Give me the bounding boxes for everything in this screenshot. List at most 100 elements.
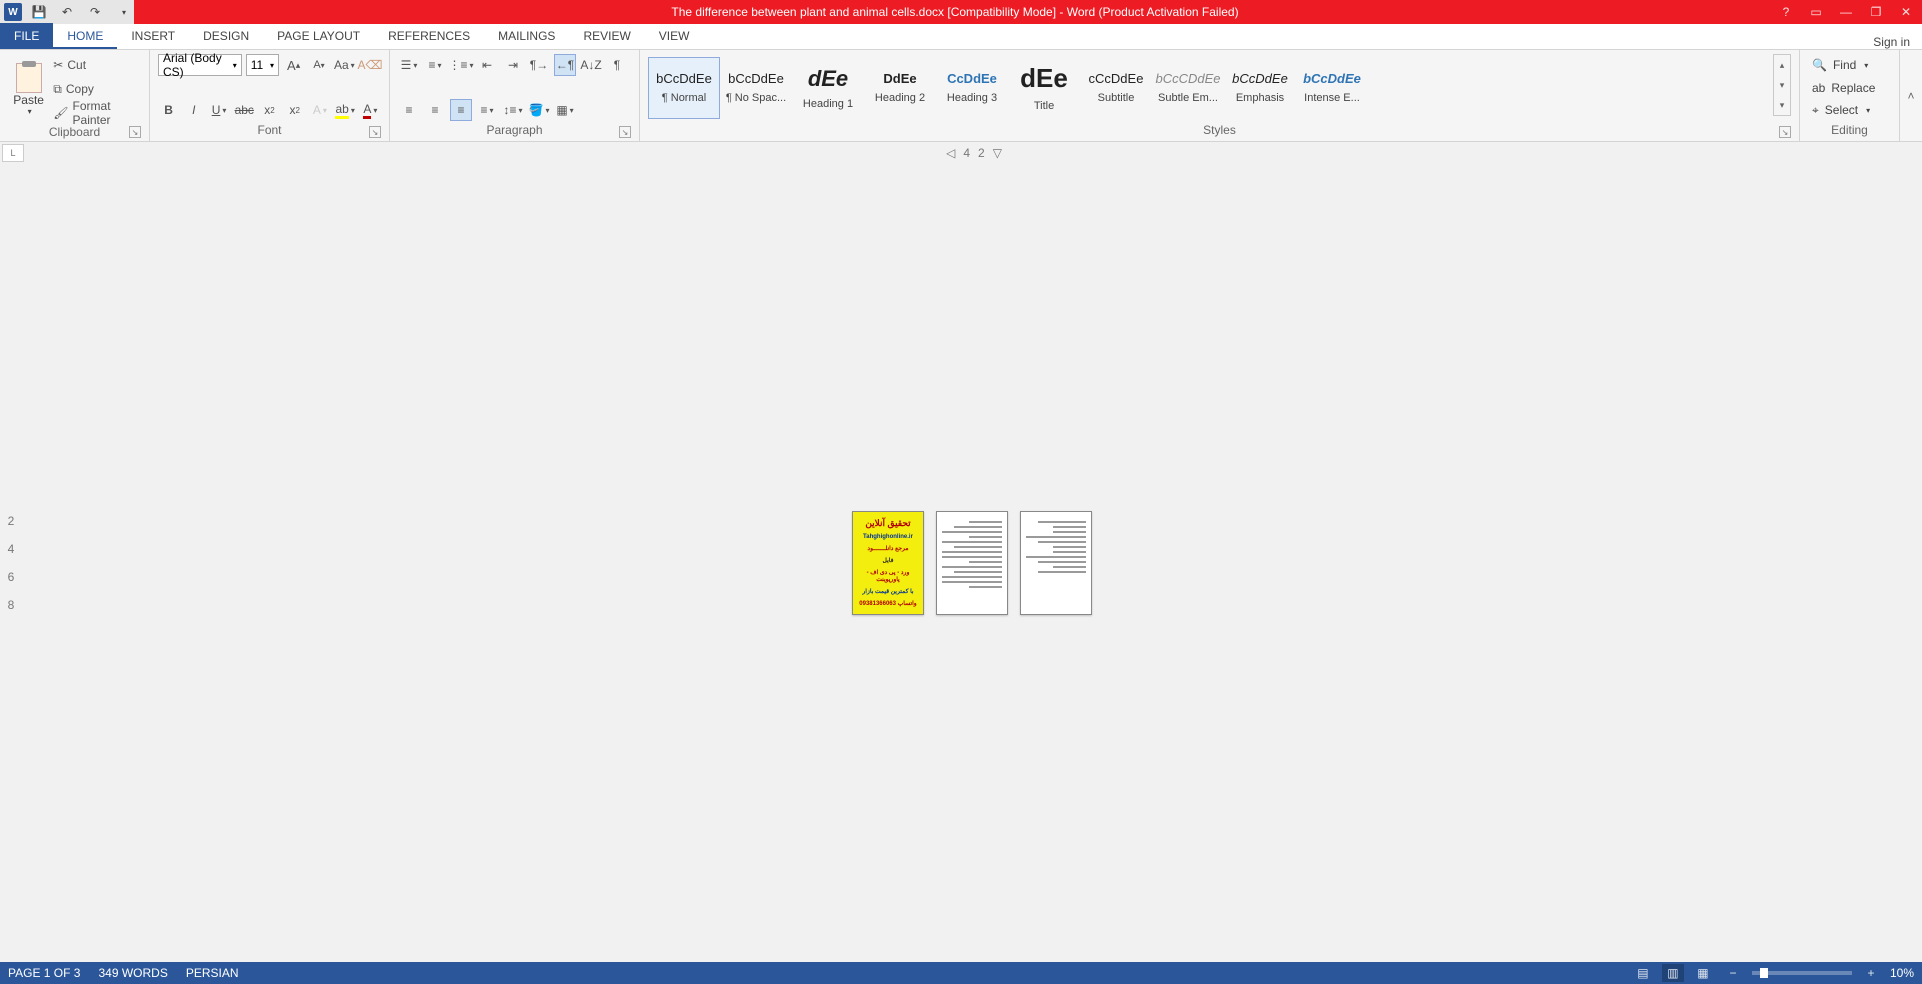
help-icon[interactable]: ? xyxy=(1776,2,1796,22)
page-3[interactable] xyxy=(1020,511,1092,615)
justify-button[interactable]: ≡▾ xyxy=(476,99,498,121)
style--normal[interactable]: bCcDdEe¶ Normal xyxy=(648,57,720,119)
shrink-font-button[interactable]: A▾ xyxy=(308,54,329,76)
tab-home[interactable]: HOME xyxy=(53,23,117,49)
page-number-status[interactable]: PAGE 1 OF 3 xyxy=(8,966,80,980)
style-subtle-em-[interactable]: bCcCDdEeSubtle Em... xyxy=(1152,57,1224,119)
underline-button[interactable]: U▾ xyxy=(208,99,229,121)
cut-button[interactable]: ✂Cut xyxy=(49,54,141,76)
style-emphasis[interactable]: bCcDdEeEmphasis xyxy=(1224,57,1296,119)
close-button[interactable]: ✕ xyxy=(1896,2,1916,22)
change-case-button[interactable]: Aa▾ xyxy=(334,54,355,76)
copy-button[interactable]: ⧉Copy xyxy=(49,78,141,100)
tab-file[interactable]: FILE xyxy=(0,23,53,49)
replace-button[interactable]: abReplace xyxy=(1808,77,1886,99)
binoculars-icon: 🔍 xyxy=(1812,58,1827,72)
font-name-combo[interactable]: Arial (Body CS)▾ xyxy=(158,54,242,76)
grow-font-button[interactable]: A▴ xyxy=(283,54,304,76)
text-effects-button[interactable]: A▾ xyxy=(309,99,330,121)
shading-button[interactable]: 🪣▾ xyxy=(528,99,550,121)
ribbon-display-button[interactable]: ▭ xyxy=(1806,2,1826,22)
restore-button[interactable]: ❐ xyxy=(1866,2,1886,22)
tab-review[interactable]: REVIEW xyxy=(569,23,644,49)
font-size-combo[interactable]: 11▾ xyxy=(246,54,279,76)
tab-mailings[interactable]: MAILINGS xyxy=(484,23,569,49)
borders-button[interactable]: ▦▾ xyxy=(554,99,576,121)
bullets-button[interactable]: ☰▾ xyxy=(398,54,420,76)
language-status[interactable]: PERSIAN xyxy=(186,966,239,980)
tab-view[interactable]: VIEW xyxy=(645,23,704,49)
highlight-button[interactable]: ab▾ xyxy=(335,99,356,121)
style-heading-1[interactable]: dEeHeading 1 xyxy=(792,57,864,119)
print-layout-button[interactable]: ▥ xyxy=(1662,964,1684,982)
align-left-button[interactable]: ≡ xyxy=(398,99,420,121)
group-font: Arial (Body CS)▾ 11▾ A▴ A▾ Aa▾ A⌫ B I U▾… xyxy=(150,50,390,141)
style-preview: bCcDdEe xyxy=(728,71,784,86)
tab-insert[interactable]: INSERT xyxy=(117,23,189,49)
paragraph-launcher[interactable]: ↘ xyxy=(619,126,631,138)
format-painter-button[interactable]: 🖌Format Painter xyxy=(49,102,141,124)
rtl-button[interactable]: ←¶ xyxy=(554,54,576,76)
subscript-button[interactable]: x2 xyxy=(259,99,280,121)
style-preview: DdEe xyxy=(883,71,916,86)
multilevel-list-button[interactable]: ⋮≡▾ xyxy=(450,54,472,76)
decrease-indent-button[interactable]: ⇤ xyxy=(476,54,498,76)
redo-button[interactable]: ↷ xyxy=(84,1,106,23)
zoom-out-button[interactable]: − xyxy=(1722,964,1744,982)
align-right-button[interactable]: ≡ xyxy=(450,99,472,121)
undo-button[interactable]: ↶ xyxy=(56,1,78,23)
align-center-button[interactable]: ≡ xyxy=(424,99,446,121)
styles-more-button[interactable]: ▴▾▾ xyxy=(1773,54,1791,116)
vertical-ruler[interactable]: 2 4 6 8 xyxy=(0,164,22,962)
font-launcher[interactable]: ↘ xyxy=(369,126,381,138)
style-subtitle[interactable]: cCcDdEeSubtitle xyxy=(1080,57,1152,119)
zoom-slider[interactable] xyxy=(1752,971,1852,975)
find-button[interactable]: 🔍Find▾ xyxy=(1808,54,1886,76)
styles-launcher[interactable]: ↘ xyxy=(1779,126,1791,138)
qat-customize[interactable]: ▾ xyxy=(112,1,134,23)
zoom-level[interactable]: 10% xyxy=(1890,966,1914,980)
sort-button[interactable]: A↓Z xyxy=(580,54,602,76)
style-heading-3[interactable]: CcDdEeHeading 3 xyxy=(936,57,1008,119)
collapse-ribbon-button[interactable]: ˄ xyxy=(1900,50,1922,141)
document-area[interactable]: 2 4 6 8 تحقیق آنلاین Tahghighonline.ir م… xyxy=(0,164,1922,962)
group-paragraph: ☰▾ ≡▾ ⋮≡▾ ⇤ ⇥ ¶→ ←¶ A↓Z ¶ ≡ ≡ ≡ ≡▾ ↕≡▾ 🪣… xyxy=(390,50,640,141)
tab-references[interactable]: REFERENCES xyxy=(374,23,484,49)
minimize-button[interactable]: — xyxy=(1836,2,1856,22)
save-button[interactable]: 💾 xyxy=(28,1,50,23)
web-layout-button[interactable]: ▦ xyxy=(1692,964,1714,982)
style-preview: bCcCDdEe xyxy=(1155,71,1220,86)
style--no-spac-[interactable]: bCcDdEe¶ No Spac... xyxy=(720,57,792,119)
paste-button[interactable]: Paste ▾ xyxy=(8,54,49,124)
increase-indent-button[interactable]: ⇥ xyxy=(502,54,524,76)
strikethrough-button[interactable]: abc xyxy=(234,99,255,121)
page-1[interactable]: تحقیق آنلاین Tahghighonline.ir مرجع دانل… xyxy=(852,511,924,615)
ruler-indent-marker[interactable]: ▽ xyxy=(993,146,1002,160)
clear-formatting-button[interactable]: A⌫ xyxy=(359,54,381,76)
clipboard-launcher[interactable]: ↘ xyxy=(129,126,141,138)
style-intense-e-[interactable]: bCcDdEeIntense E... xyxy=(1296,57,1368,119)
sign-in-link[interactable]: Sign in xyxy=(1861,35,1922,49)
styles-gallery: bCcDdEe¶ NormalbCcDdEe¶ No Spac...dEeHea… xyxy=(648,54,1773,121)
line-spacing-button[interactable]: ↕≡▾ xyxy=(502,99,524,121)
font-color-button[interactable]: A▾ xyxy=(360,99,381,121)
word-count-status[interactable]: 349 WORDS xyxy=(98,966,167,980)
horizontal-ruler[interactable]: ◁ 4 2 ▽ xyxy=(26,142,1922,164)
tab-page-layout[interactable]: PAGE LAYOUT xyxy=(263,23,374,49)
read-mode-button[interactable]: ▤ xyxy=(1632,964,1654,982)
ltr-button[interactable]: ¶→ xyxy=(528,54,550,76)
style-name: ¶ Normal xyxy=(651,92,717,104)
page-2[interactable] xyxy=(936,511,1008,615)
numbering-button[interactable]: ≡▾ xyxy=(424,54,446,76)
style-title[interactable]: dEeTitle xyxy=(1008,57,1080,119)
zoom-in-button[interactable]: + xyxy=(1860,964,1882,982)
bold-button[interactable]: B xyxy=(158,99,179,121)
italic-button[interactable]: I xyxy=(183,99,204,121)
tab-design[interactable]: DESIGN xyxy=(189,23,263,49)
ribbon: Paste ▾ ✂Cut ⧉Copy 🖌Format Painter Clipb… xyxy=(0,50,1922,142)
style-heading-2[interactable]: DdEeHeading 2 xyxy=(864,57,936,119)
superscript-button[interactable]: x2 xyxy=(284,99,305,121)
select-button[interactable]: ⌖Select▾ xyxy=(1808,99,1886,121)
ruler-corner-button[interactable]: L xyxy=(2,144,24,162)
show-marks-button[interactable]: ¶ xyxy=(606,54,628,76)
